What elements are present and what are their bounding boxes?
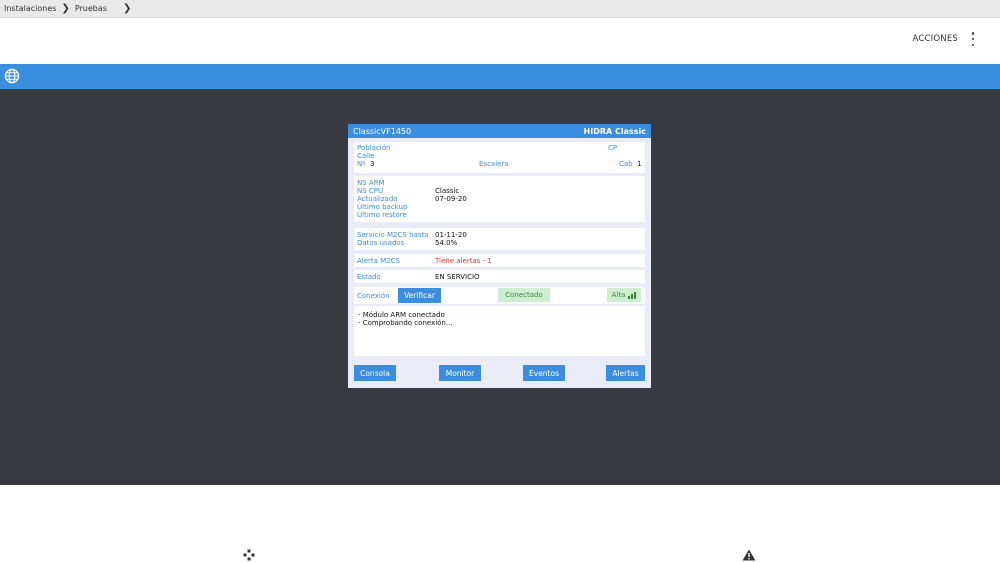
device-model: ClassicVF1450 [353, 126, 412, 136]
actualizado-label: Actualizado [357, 195, 398, 203]
monitor-button[interactable]: Monitor [439, 365, 481, 381]
datos-label: Datos usados [357, 239, 405, 247]
device-panel: ClassicVF1450 HIDRA Classic Población CP… [348, 124, 651, 388]
verify-button[interactable]: Verificar [398, 288, 441, 303]
servicio-label: Servicio M2CS hasta [357, 231, 429, 239]
device-brand: HIDRA Classic [583, 126, 646, 136]
alerta-label: Alerta M2CS [357, 257, 401, 265]
alerta-value[interactable]: Tiene alertas - 1 [435, 257, 492, 265]
panel-header: ClassicVF1450 HIDRA Classic [348, 124, 651, 138]
connection-log: - Módulo ARM conectado - Comprobando con… [354, 306, 645, 356]
eventos-button[interactable]: Eventos [523, 365, 565, 381]
info-section: NS ARM NS CPU Classic Actualizado 07-09-… [354, 176, 645, 222]
escalera-label: Escalera [479, 160, 509, 168]
ns-cpu-label: NS CPU [357, 187, 384, 195]
numero-value: 3 [370, 160, 375, 168]
service-section: Servicio M2CS hasta 01-11-20 Datos usado… [354, 228, 645, 250]
log-line: - Módulo ARM conectado [358, 311, 445, 319]
globe-icon[interactable] [4, 68, 20, 84]
numero-label: Nº [357, 160, 366, 168]
connection-section: Conexión Verificar Conectado Alta [354, 287, 645, 304]
estado-label: Estado [357, 273, 381, 281]
cp-label: CP [608, 144, 618, 152]
servicio-value: 01-11-20 [435, 231, 467, 239]
calle-label: Calle [357, 152, 375, 160]
poblacion-label: Población [357, 144, 391, 152]
connection-status-badge: Conectado [498, 288, 550, 302]
address-section: Población CP Calle Nº 3 Escalera Cab 1 [354, 142, 645, 173]
breadcrumb-item-pruebas[interactable]: Pruebas [75, 4, 107, 13]
estado-section: Estado EN SERVICIO [354, 270, 645, 283]
kebab-menu-icon[interactable] [970, 32, 976, 46]
chevron-right-icon[interactable]: ❯ [123, 3, 131, 14]
alertas-button[interactable]: Alertas [606, 365, 645, 381]
toolbar [0, 64, 1000, 89]
ultimo-backup-label: Último backup [357, 203, 408, 211]
estado-value: EN SERVICIO [435, 273, 480, 281]
action-row: ACCIONES [0, 18, 1000, 64]
move-arrows-icon[interactable] [243, 549, 255, 561]
ns-arm-label: NS ARM [357, 179, 385, 187]
consola-button[interactable]: Consola [354, 365, 396, 381]
breadcrumb-item-instalaciones[interactable]: Instalaciones [4, 4, 56, 13]
actions-button[interactable]: ACCIONES [913, 34, 958, 44]
ultimo-restore-label: Último restore [357, 211, 407, 219]
conexion-label: Conexión [357, 292, 390, 300]
signal-badge: Alta [607, 288, 641, 302]
log-line: - Comprobando conexión... [358, 319, 453, 327]
actualizado-value: 07-09-20 [435, 195, 467, 203]
ns-cpu-value: Classic [435, 187, 460, 195]
warning-icon[interactable] [742, 549, 756, 561]
breadcrumb: Instalaciones ❯ Pruebas ❯ [0, 0, 1000, 18]
chevron-right-icon: ❯ [61, 2, 70, 14]
cab-value: 1 [637, 160, 642, 168]
cab-label: Cab [619, 160, 633, 168]
alert-section: Alerta M2CS Tiene alertas - 1 [354, 254, 645, 267]
signal-bars-icon [628, 291, 637, 299]
signal-label: Alta [611, 291, 626, 299]
datos-value: 54.0% [435, 239, 458, 247]
device-stage: ClassicVF1450 HIDRA Classic Población CP… [0, 89, 1000, 485]
